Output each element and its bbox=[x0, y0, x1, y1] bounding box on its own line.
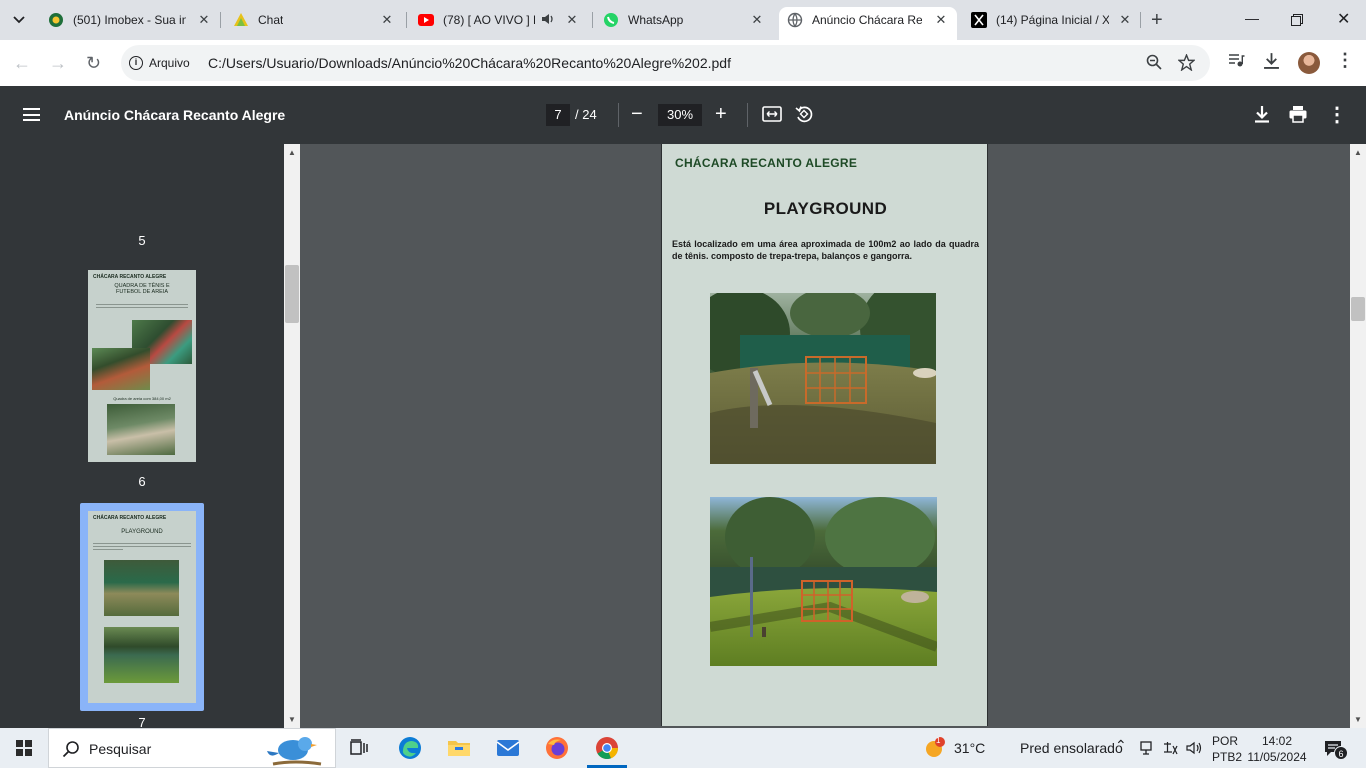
reload-icon[interactable]: ↻ bbox=[86, 53, 101, 73]
close-tab-icon[interactable]: ✕ bbox=[379, 12, 395, 28]
clock[interactable]: 14:02 11/05/2024 bbox=[1246, 733, 1308, 765]
address-bar[interactable]: i Arquivo C:/Users/Usuario/Downloads/Anú… bbox=[121, 45, 1210, 81]
pdf-page: CHÁCARA RECANTO ALEGRE PLAYGROUND Está l… bbox=[661, 144, 988, 726]
ime-icon[interactable] bbox=[1162, 740, 1178, 756]
chrome-icon[interactable] bbox=[595, 736, 619, 760]
taskbar-search[interactable]: Pesquisar bbox=[48, 728, 336, 768]
page-brand: CHÁCARA RECANTO ALEGRE bbox=[675, 156, 858, 170]
youtube-favicon-icon bbox=[418, 14, 434, 26]
whatsapp-favicon-icon bbox=[604, 13, 618, 27]
close-tab-icon[interactable]: ✕ bbox=[1117, 12, 1133, 28]
pdf-viewport[interactable]: CHÁCARA RECANTO ALEGRE PLAYGROUND Está l… bbox=[300, 144, 1350, 728]
main-scroll-thumb[interactable] bbox=[1351, 297, 1365, 321]
volume-icon[interactable] bbox=[1186, 740, 1204, 756]
sidebar-scrollbar[interactable] bbox=[284, 144, 300, 728]
close-tab-icon[interactable]: ✕ bbox=[564, 12, 580, 28]
forward-arrow-icon[interactable]: → bbox=[49, 53, 67, 73]
weather-sun-icon[interactable] bbox=[923, 737, 947, 759]
new-tab-icon[interactable]: + bbox=[1151, 10, 1163, 30]
scroll-down-arrow-icon[interactable]: ▼ bbox=[1350, 715, 1366, 724]
language-indicator[interactable]: POR PTB2 bbox=[1212, 733, 1242, 765]
taskbar: Pesquisar 1 31°C Pred ensolarado ⌃ POR P… bbox=[0, 728, 1366, 768]
firefox-icon[interactable] bbox=[545, 736, 569, 760]
mail-icon[interactable] bbox=[496, 736, 520, 760]
profile-avatar[interactable] bbox=[1298, 52, 1320, 74]
thumbnail-number: 6 bbox=[138, 474, 146, 489]
weather-badge: 1 bbox=[936, 736, 941, 745]
info-icon: i bbox=[129, 56, 143, 70]
x-favicon-icon bbox=[971, 12, 987, 28]
notification-count-badge: 6 bbox=[1334, 746, 1348, 760]
bird-decoration-icon bbox=[267, 737, 322, 766]
task-view-icon[interactable] bbox=[347, 736, 371, 760]
close-tab-icon[interactable]: ✕ bbox=[933, 12, 949, 28]
zoom-input[interactable]: 30% bbox=[658, 104, 702, 126]
sidebar-menu-icon[interactable] bbox=[23, 108, 40, 121]
scroll-down-arrow-icon[interactable]: ▼ bbox=[284, 715, 300, 724]
pdf-more-icon[interactable]: ⋮ bbox=[1327, 103, 1347, 127]
close-tab-icon[interactable]: ✕ bbox=[749, 12, 765, 28]
star-icon[interactable] bbox=[1178, 54, 1195, 71]
search-icon bbox=[62, 741, 79, 758]
close-window-icon[interactable]: ✕ bbox=[1337, 9, 1350, 29]
fit-page-icon[interactable] bbox=[762, 104, 782, 124]
main-scrollbar[interactable] bbox=[1350, 144, 1366, 728]
rotate-icon[interactable] bbox=[794, 104, 814, 124]
tab-chat[interactable]: Chat ✕ bbox=[233, 8, 395, 32]
tab-whatsapp[interactable]: WhatsApp ✕ bbox=[603, 8, 765, 32]
chevron-down-icon bbox=[13, 16, 25, 24]
browser-toolbar: ← → ↻ i Arquivo C:/Users/Usuario/Downloa… bbox=[0, 40, 1366, 86]
close-tab-icon[interactable]: ✕ bbox=[196, 12, 212, 28]
chat-favicon-icon bbox=[234, 13, 248, 26]
thumbnail-number: 5 bbox=[138, 233, 146, 248]
back-arrow-icon[interactable]: ← bbox=[13, 53, 31, 73]
globe-favicon-icon bbox=[787, 12, 803, 28]
page-number-input[interactable]: 7 bbox=[546, 104, 570, 126]
scroll-up-arrow-icon[interactable]: ▲ bbox=[284, 148, 300, 157]
minimize-icon[interactable]: — bbox=[1245, 10, 1259, 26]
page-description: Está localizado em uma área aproximada d… bbox=[672, 239, 979, 261]
tab-youtube[interactable]: (78) [ AO VIVO ] L ✕ bbox=[418, 8, 580, 32]
menu-kebab-icon[interactable]: ⋮ bbox=[1336, 50, 1354, 71]
zoom-in-icon[interactable]: + bbox=[715, 102, 727, 126]
print-icon[interactable] bbox=[1288, 104, 1308, 124]
network-icon[interactable] bbox=[1140, 740, 1154, 756]
playground-photo-1 bbox=[710, 293, 936, 464]
download-icon[interactable] bbox=[1263, 52, 1280, 69]
thumbnail-page-7[interactable]: CHÁCARA RECANTO ALEGRE PLAYGROUND bbox=[88, 511, 196, 703]
weather-temp[interactable]: 31°C bbox=[954, 740, 985, 756]
security-chip[interactable]: i Arquivo bbox=[129, 51, 190, 75]
tab-search-button[interactable] bbox=[6, 7, 32, 33]
zoom-icon[interactable] bbox=[1146, 54, 1162, 70]
zoom-out-icon[interactable]: − bbox=[631, 102, 643, 126]
restore-icon[interactable] bbox=[1291, 14, 1303, 26]
weather-desc[interactable]: Pred ensolarado bbox=[1020, 740, 1123, 756]
tab-imobex[interactable]: (501) Imobex - Sua in ✕ bbox=[48, 8, 212, 32]
edge-icon[interactable] bbox=[398, 736, 422, 760]
document-title: Anúncio Chácara Recanto Alegre bbox=[64, 107, 286, 123]
thumbnail-number: 7 bbox=[138, 715, 146, 728]
speaker-icon[interactable] bbox=[541, 12, 555, 26]
media-control-icon[interactable] bbox=[1228, 52, 1245, 68]
file-explorer-icon[interactable] bbox=[447, 736, 471, 760]
page-title: PLAYGROUND bbox=[763, 199, 888, 218]
pdf-toolbar: Anúncio Chácara Recanto Alegre 7 / 24 − … bbox=[0, 86, 1366, 144]
tab-anuncio[interactable]: Anúncio Chácara Rec ✕ bbox=[787, 8, 949, 32]
thumbnail-page-6[interactable]: CHÁCARA RECANTO ALEGRE QUADRA DE TÊNIS E… bbox=[88, 270, 196, 462]
page-count: / 24 bbox=[575, 107, 597, 122]
thumbnail-sidebar: 5 CHÁCARA RECANTO ALEGRE QUADRA DE TÊNIS… bbox=[0, 144, 284, 728]
scroll-up-arrow-icon[interactable]: ▲ bbox=[1350, 148, 1366, 157]
pdf-download-icon[interactable] bbox=[1252, 104, 1272, 124]
imobex-favicon-icon bbox=[49, 13, 63, 27]
chevron-up-icon[interactable]: ⌃ bbox=[1115, 737, 1127, 754]
tab-x[interactable]: (14) Página Inicial / X ✕ bbox=[971, 8, 1133, 32]
tab-strip: (501) Imobex - Sua in ✕ Chat ✕ (78) [ AO… bbox=[0, 0, 1366, 40]
url-text[interactable]: C:/Users/Usuario/Downloads/Anúncio%20Chá… bbox=[208, 55, 731, 71]
playground-photo-2 bbox=[710, 497, 937, 666]
sidebar-scroll-thumb[interactable] bbox=[285, 265, 299, 323]
windows-start-icon[interactable] bbox=[16, 740, 32, 756]
